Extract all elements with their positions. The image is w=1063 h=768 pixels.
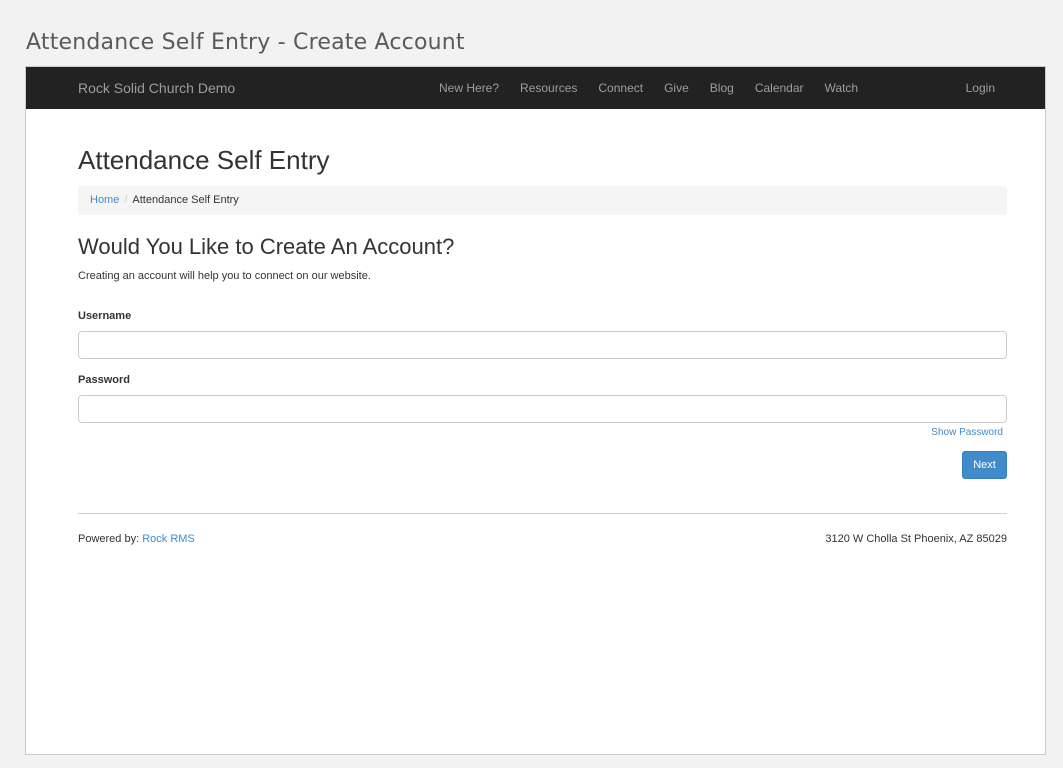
document-title: Attendance Self Entry - Create Account — [26, 30, 465, 55]
username-input[interactable] — [78, 331, 1007, 359]
breadcrumb: Home / Attendance Self Entry — [78, 186, 1007, 215]
form-actions: Next — [78, 451, 1007, 479]
nav-item-resources[interactable]: Resources — [520, 81, 577, 95]
footer-divider — [78, 513, 1007, 514]
nav-item-calendar[interactable]: Calendar — [755, 81, 804, 95]
nav-item-new-here[interactable]: New Here? — [439, 81, 499, 95]
password-input[interactable] — [78, 395, 1007, 423]
username-label: Username — [78, 310, 132, 322]
nav-item-blog[interactable]: Blog — [710, 81, 734, 95]
nav-item-watch[interactable]: Watch — [825, 81, 859, 95]
powered-by-label: Powered by: — [78, 533, 143, 545]
page-title: Attendance Self Entry — [78, 145, 330, 175]
breadcrumb-separator: / — [124, 194, 128, 206]
nav-item-give[interactable]: Give — [664, 81, 689, 95]
rock-rms-link[interactable]: Rock RMS — [142, 533, 195, 545]
section-heading: Would You Like to Create An Account? — [78, 234, 455, 259]
login-link[interactable]: Login — [966, 81, 995, 95]
powered-by: Powered by: Rock RMS — [78, 533, 195, 545]
nav-menu: New Here? Resources Connect Give Blog Ca… — [439, 81, 879, 95]
breadcrumb-home-link[interactable]: Home — [90, 194, 119, 206]
main-content: Attendance Self Entry Home / Attendance Se… — [78, 109, 1007, 545]
next-button[interactable]: Next — [962, 451, 1007, 479]
navbar: Rock Solid Church Demo New Here? Resourc… — [26, 67, 1045, 109]
browser-frame: Rock Solid Church Demo New Here? Resourc… — [25, 66, 1046, 755]
brand-link[interactable]: Rock Solid Church Demo — [78, 80, 235, 96]
nav-item-connect[interactable]: Connect — [598, 81, 643, 95]
show-password-link[interactable]: Show Password — [78, 427, 1007, 438]
intro-text: Creating an account will help you to con… — [78, 270, 371, 282]
church-address: 3120 W Cholla St Phoenix, AZ 85029 — [825, 533, 1007, 545]
password-label: Password — [78, 374, 130, 386]
breadcrumb-current: Attendance Self Entry — [132, 194, 239, 206]
footer: Powered by: Rock RMS 3120 W Cholla St Ph… — [78, 533, 1007, 545]
